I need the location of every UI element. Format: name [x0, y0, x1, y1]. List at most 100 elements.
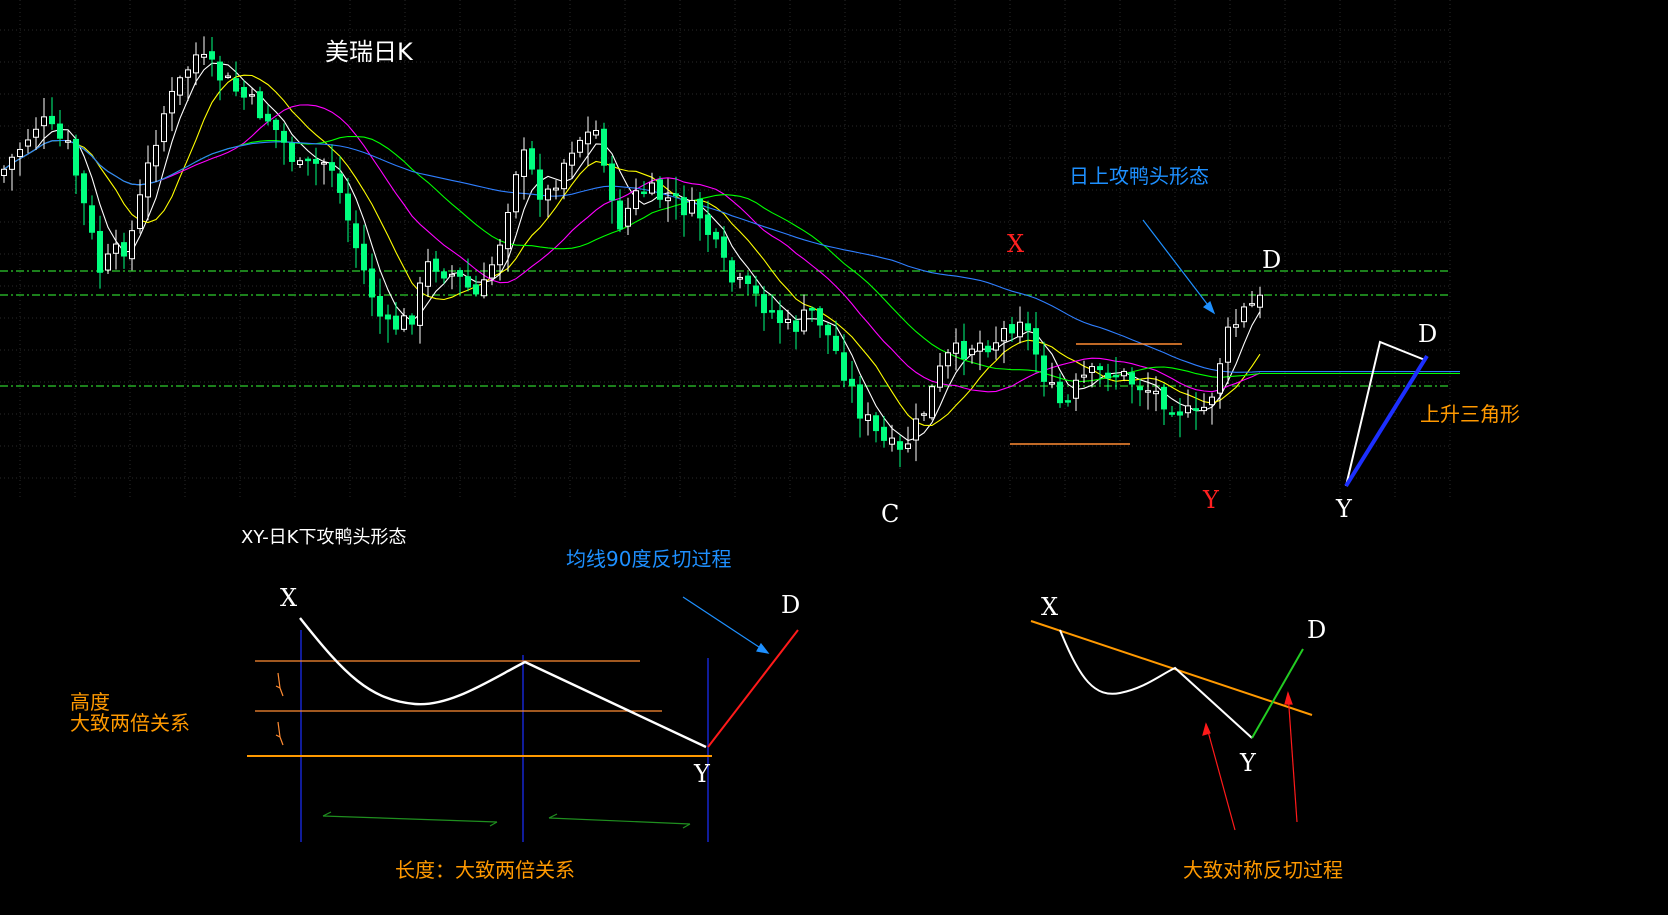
candle-body: [681, 197, 687, 216]
candle-body: [297, 160, 303, 165]
candle-body: [529, 148, 535, 170]
candle: [1025, 311, 1031, 351]
candle: [113, 229, 119, 270]
candle-body: [393, 315, 399, 330]
candle-body: [913, 418, 919, 441]
candle-body: [209, 51, 215, 60]
candle: [265, 105, 271, 126]
candle: [121, 232, 127, 269]
candle-body: [561, 162, 567, 190]
note-length: 长度：大致两倍关系: [395, 858, 575, 882]
candle-body: [305, 158, 311, 162]
candle-body: [457, 270, 463, 277]
candle: [1065, 394, 1071, 407]
candle-body: [1049, 382, 1055, 385]
candle-body: [577, 139, 583, 153]
candle: [409, 313, 415, 335]
candle-body: [953, 342, 959, 354]
candle: [937, 352, 943, 392]
candle: [313, 147, 319, 186]
note-daily-pattern: 日上攻鸭头形态: [1069, 164, 1209, 188]
note-height-2: 大致两倍关系: [70, 711, 190, 735]
candle-body: [257, 91, 263, 119]
candle: [689, 187, 695, 217]
candle: [617, 189, 623, 233]
candle-body: [1185, 405, 1191, 414]
candle: [465, 258, 471, 292]
candle: [745, 272, 751, 295]
candle: [1073, 373, 1079, 412]
candle-body: [33, 128, 39, 138]
candle: [1081, 360, 1087, 383]
candle-body: [1105, 372, 1111, 379]
candle-body: [65, 140, 71, 143]
candle-body: [689, 199, 695, 214]
candle-body: [1113, 374, 1119, 378]
candle-body: [1001, 328, 1007, 342]
candle-body: [225, 75, 231, 78]
candle: [1161, 383, 1167, 425]
candle-body: [1057, 381, 1063, 404]
candle: [153, 129, 159, 182]
candle-body: [193, 54, 199, 74]
candle: [281, 123, 287, 165]
candle-body: [249, 94, 255, 97]
candle: [353, 210, 359, 268]
candle: [201, 36, 207, 66]
candle: [249, 88, 255, 105]
candle: [865, 402, 871, 436]
candle-body: [313, 158, 319, 164]
candle-body: [993, 342, 999, 351]
candle: [825, 323, 831, 355]
candle: [1201, 393, 1207, 415]
candle: [257, 86, 263, 120]
length-arrow-1: [322, 811, 498, 827]
ma5-line: [3, 62, 1261, 442]
candle: [601, 122, 607, 173]
candle-body: [969, 348, 975, 356]
candle-body: [985, 345, 991, 353]
candle-body: [81, 173, 87, 204]
point-y-sketch2: Y: [1240, 749, 1256, 777]
candle: [665, 178, 671, 222]
candle-body: [753, 285, 759, 294]
candle: [609, 155, 615, 224]
candle-body: [793, 320, 799, 332]
candle: [481, 262, 487, 299]
sym-red-arrow-right: [1284, 691, 1298, 823]
candle-body: [1097, 366, 1103, 371]
candle: [1241, 302, 1247, 328]
candle: [969, 344, 975, 364]
sketch-blue-arrow: [682, 596, 770, 654]
candle-body: [945, 352, 951, 367]
candle-body: [617, 200, 623, 230]
candle-body: [17, 148, 23, 158]
candle-body: [737, 276, 743, 280]
candle: [737, 272, 743, 289]
candle-body: [1041, 355, 1047, 382]
candle-body: [465, 276, 471, 288]
candle-body: [729, 260, 735, 283]
candle-body: [281, 130, 287, 143]
candle: [1033, 312, 1039, 373]
candle: [625, 197, 631, 235]
candle-body: [105, 253, 111, 271]
candle: [793, 315, 799, 350]
candle: [457, 267, 463, 295]
candle-body: [633, 190, 639, 210]
candle: [841, 334, 847, 388]
candle-body: [1217, 363, 1223, 394]
candle: [1017, 306, 1023, 344]
candle-body: [745, 275, 751, 284]
candle-body: [41, 116, 47, 127]
candle-body: [625, 207, 631, 227]
candle: [385, 304, 391, 343]
triangle-blue-rising: [1344, 354, 1429, 488]
candle-body: [441, 271, 447, 279]
candle-body: [1177, 411, 1183, 416]
point-x-sketch1: X: [280, 584, 298, 612]
candle: [1209, 392, 1215, 425]
note-ma-reversal: 均线90度反切过程: [566, 547, 732, 571]
candle-body: [1065, 400, 1071, 403]
note-xy-pattern: XY-日K下攻鸭头形态: [241, 527, 407, 548]
